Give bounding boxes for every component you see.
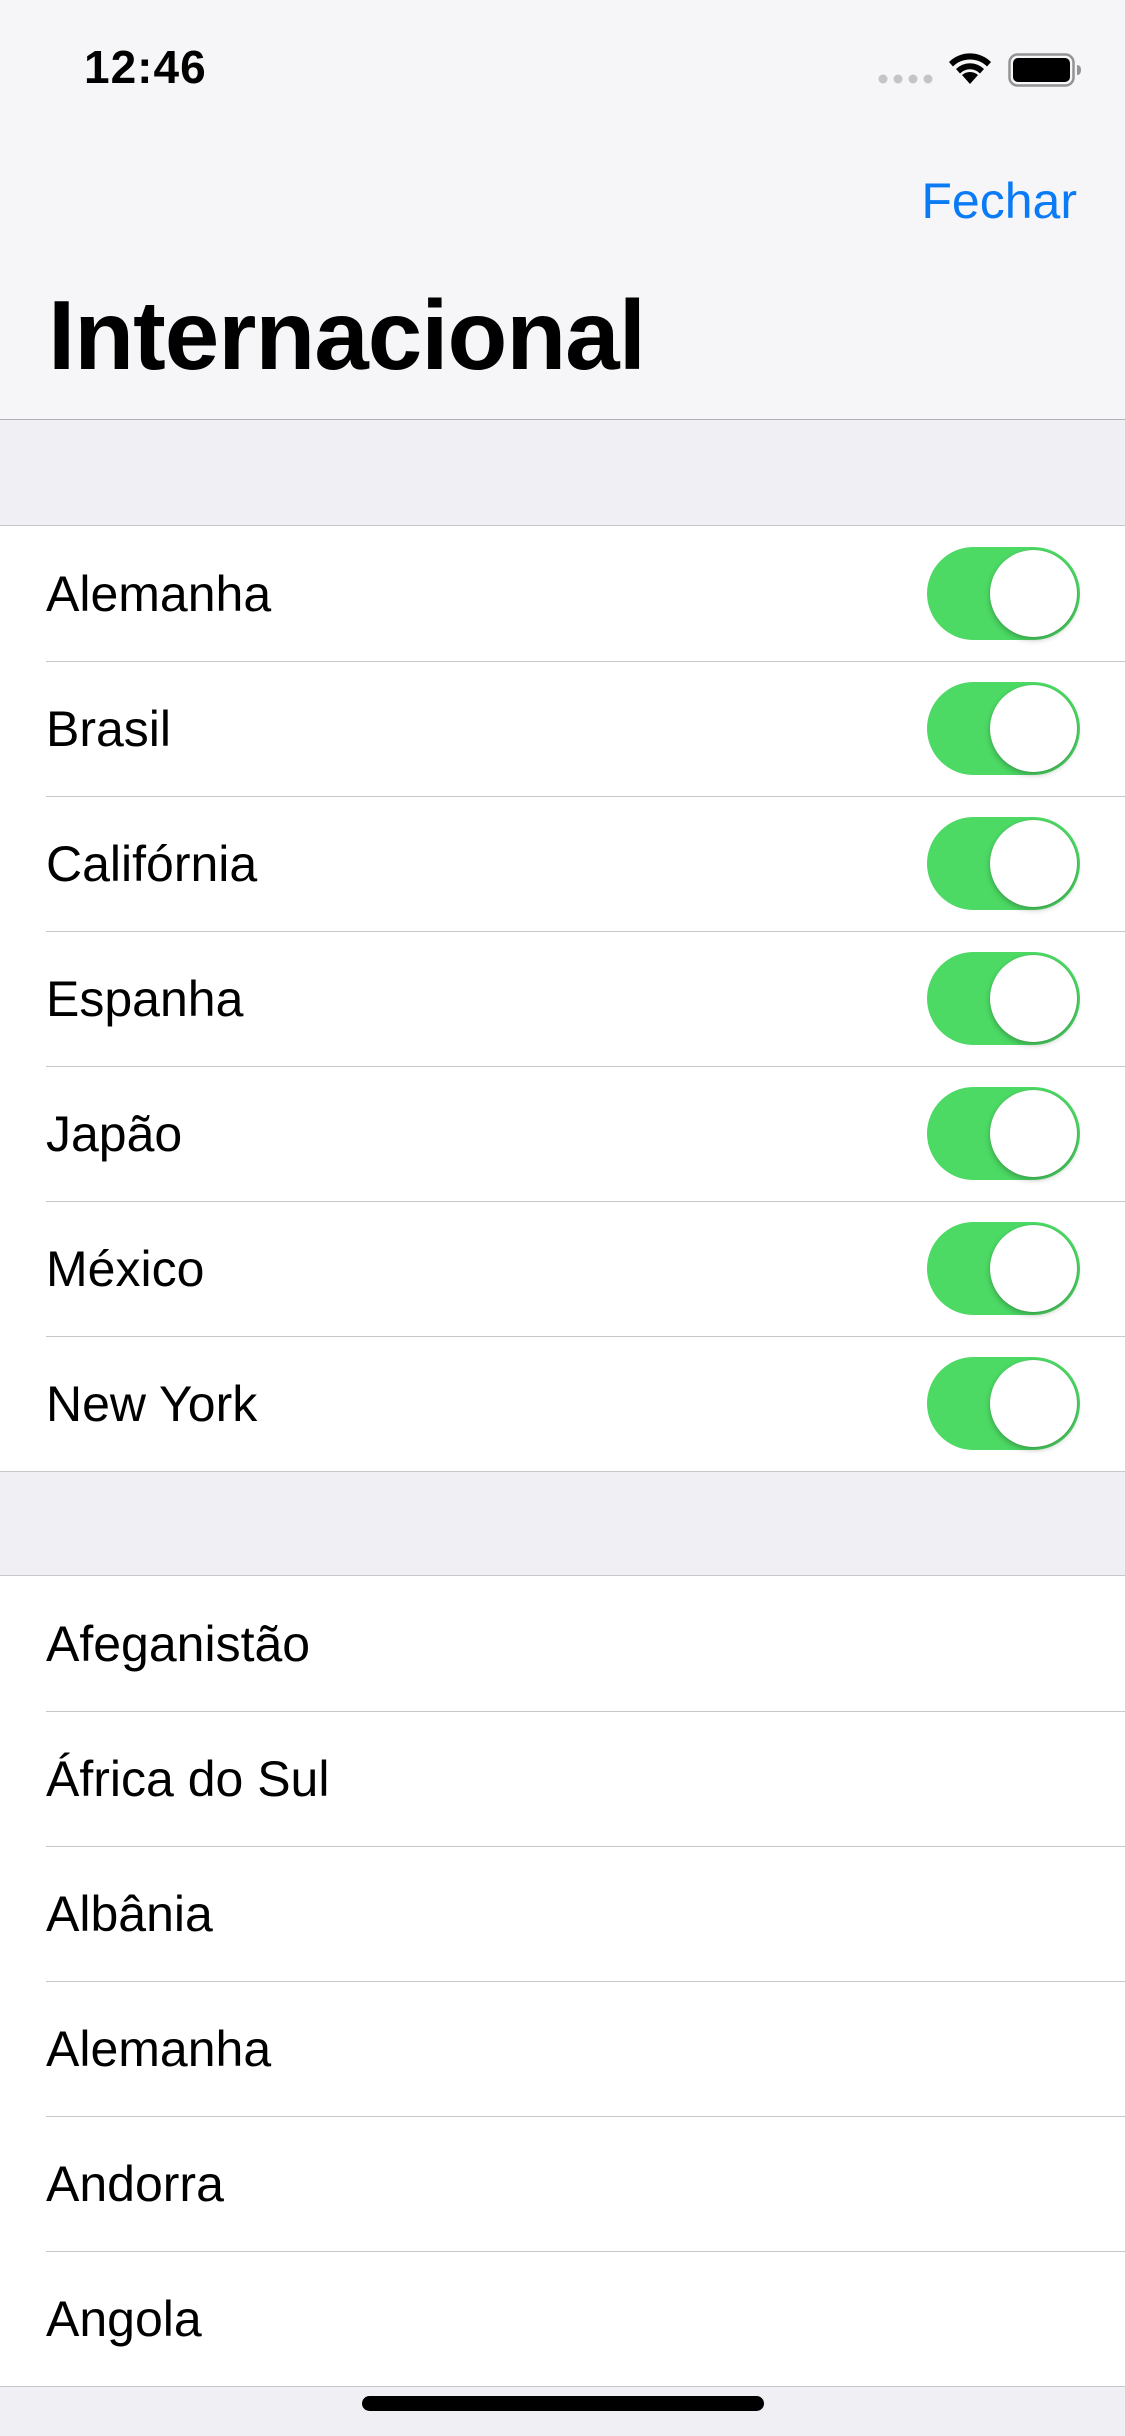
status-time: 12:46 — [84, 41, 207, 93]
country-label: Angola — [46, 2290, 202, 2347]
calendar-label: New York — [46, 1375, 258, 1432]
toggle-knob — [990, 1360, 1077, 1447]
wifi-icon — [949, 53, 991, 84]
calendar-label: México — [46, 1240, 205, 1297]
calendar-row-espanha: Espanha — [0, 931, 1125, 1066]
country-label: Andorra — [46, 2155, 224, 2212]
calendar-row-new-york: New York — [0, 1336, 1125, 1471]
calendar-label: Japão — [46, 1105, 183, 1162]
toggle-switch[interactable] — [927, 1357, 1080, 1450]
country-row-alemanha[interactable]: Alemanha — [0, 1981, 1125, 2116]
calendar-label: Alemanha — [46, 565, 272, 622]
calendar-row-alemanha: Alemanha — [0, 526, 1125, 661]
country-row-andorra[interactable]: Andorra — [0, 2116, 1125, 2251]
country-label: Alemanha — [46, 2020, 272, 2077]
country-label: Albânia — [46, 1885, 213, 1942]
home-indicator — [362, 2396, 764, 2411]
toggle-switch[interactable] — [927, 547, 1080, 640]
page-title: Internacional — [48, 280, 646, 390]
toggle-knob — [990, 550, 1077, 637]
country-label: África do Sul — [46, 1750, 330, 1807]
country-row-albania[interactable]: Albânia — [0, 1846, 1125, 1981]
toggle-switch[interactable] — [927, 682, 1080, 775]
status-bar: 12:46 — [0, 0, 1125, 132]
toggle-knob — [990, 820, 1077, 907]
toggle-switch[interactable] — [927, 1087, 1080, 1180]
calendar-row-japao: Japão — [0, 1066, 1125, 1201]
calendar-row-brasil: Brasil — [0, 661, 1125, 796]
toggle-switch[interactable] — [927, 952, 1080, 1045]
navigation-bar: Fechar Internacional — [0, 132, 1125, 420]
country-row-angola[interactable]: Angola — [0, 2251, 1125, 2386]
country-row-afeganistao[interactable]: Afeganistão — [0, 1576, 1125, 1711]
country-label: Afeganistão — [46, 1615, 311, 1672]
toggle-knob — [990, 1090, 1077, 1177]
toggle-knob — [990, 1225, 1077, 1312]
calendar-label: Brasil — [46, 700, 172, 757]
toggle-knob — [990, 955, 1077, 1042]
toggle-knob — [990, 685, 1077, 772]
calendar-label: Califórnia — [46, 835, 258, 892]
signal-dots-icon — [878, 74, 933, 84]
calendar-row-california: Califórnia — [0, 796, 1125, 931]
countries-section: Afeganistão África do Sul Albânia Alemanha A… — [0, 1575, 1125, 2387]
close-button[interactable]: Fechar — [921, 172, 1077, 230]
toggle-switch[interactable] — [927, 817, 1080, 910]
calendar-row-mexico: México — [0, 1201, 1125, 1336]
country-row-africa-do-sul[interactable]: África do Sul — [0, 1711, 1125, 1846]
enabled-calendars-section: Alemanha Brasil Califórnia Espanha Japão Méxi… — [0, 525, 1125, 1472]
battery-icon — [1008, 53, 1081, 87]
calendar-label: Espanha — [46, 970, 244, 1027]
toggle-switch[interactable] — [927, 1222, 1080, 1315]
